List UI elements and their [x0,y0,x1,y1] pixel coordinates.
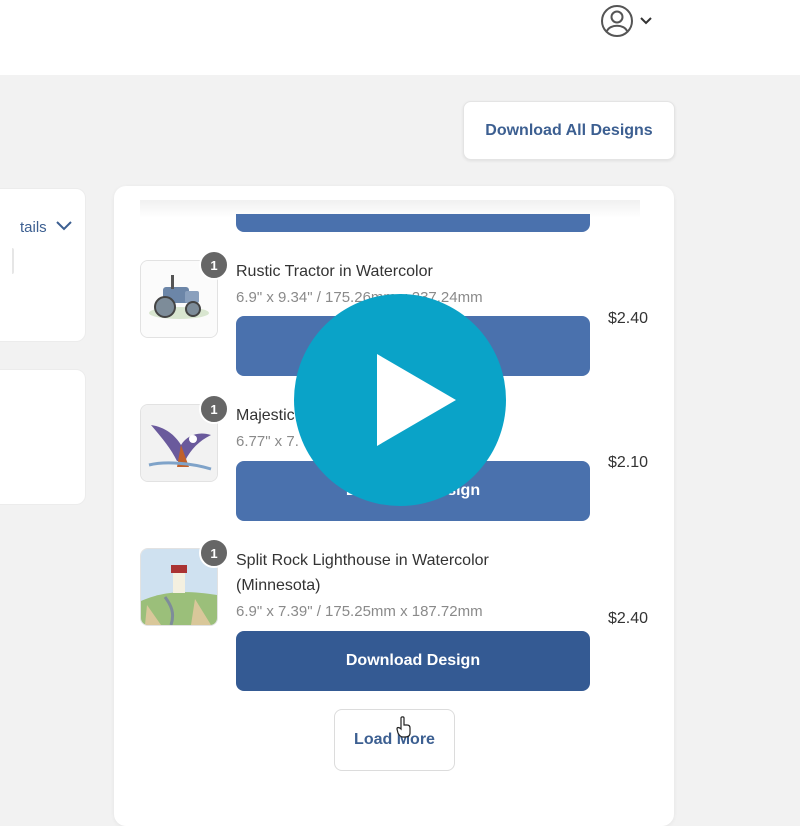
item-title: Rustic Tractor in Watercolor [236,263,433,280]
hand-cursor-icon [396,716,412,738]
details-toggle-label: tails [20,218,47,236]
item-title: Split Rock Lighthouse in Watercolor (Min… [236,552,489,594]
account-menu[interactable] [600,4,652,38]
user-circle-icon [600,4,634,38]
item-price: $2.10 [608,454,649,471]
chevron-down-icon [55,219,73,236]
item-size: 6.9" x 7.39" / 175.25mm x 187.72mm [236,603,483,620]
download-design-button[interactable]: Download Design [236,631,590,691]
top-bar [0,0,800,75]
quantity-badge: 1 [199,394,229,424]
summary-card [0,369,86,505]
item-price: $2.40 [608,310,649,327]
divider [8,248,14,274]
details-toggle[interactable]: tails [20,217,73,237]
play-button-overlay[interactable] [294,294,506,506]
item-size: 6.77" x 7. [236,433,299,450]
item-price: $2.40 [608,610,649,627]
quantity-badge: 1 [199,250,229,280]
download-all-designs-button[interactable]: Download All Designs [463,101,675,160]
chevron-down-icon [640,17,652,25]
load-more-button[interactable]: Load More [334,709,455,771]
play-icon [294,294,506,506]
download-design-button-partial[interactable] [236,214,590,232]
quantity-badge: 1 [199,538,229,568]
